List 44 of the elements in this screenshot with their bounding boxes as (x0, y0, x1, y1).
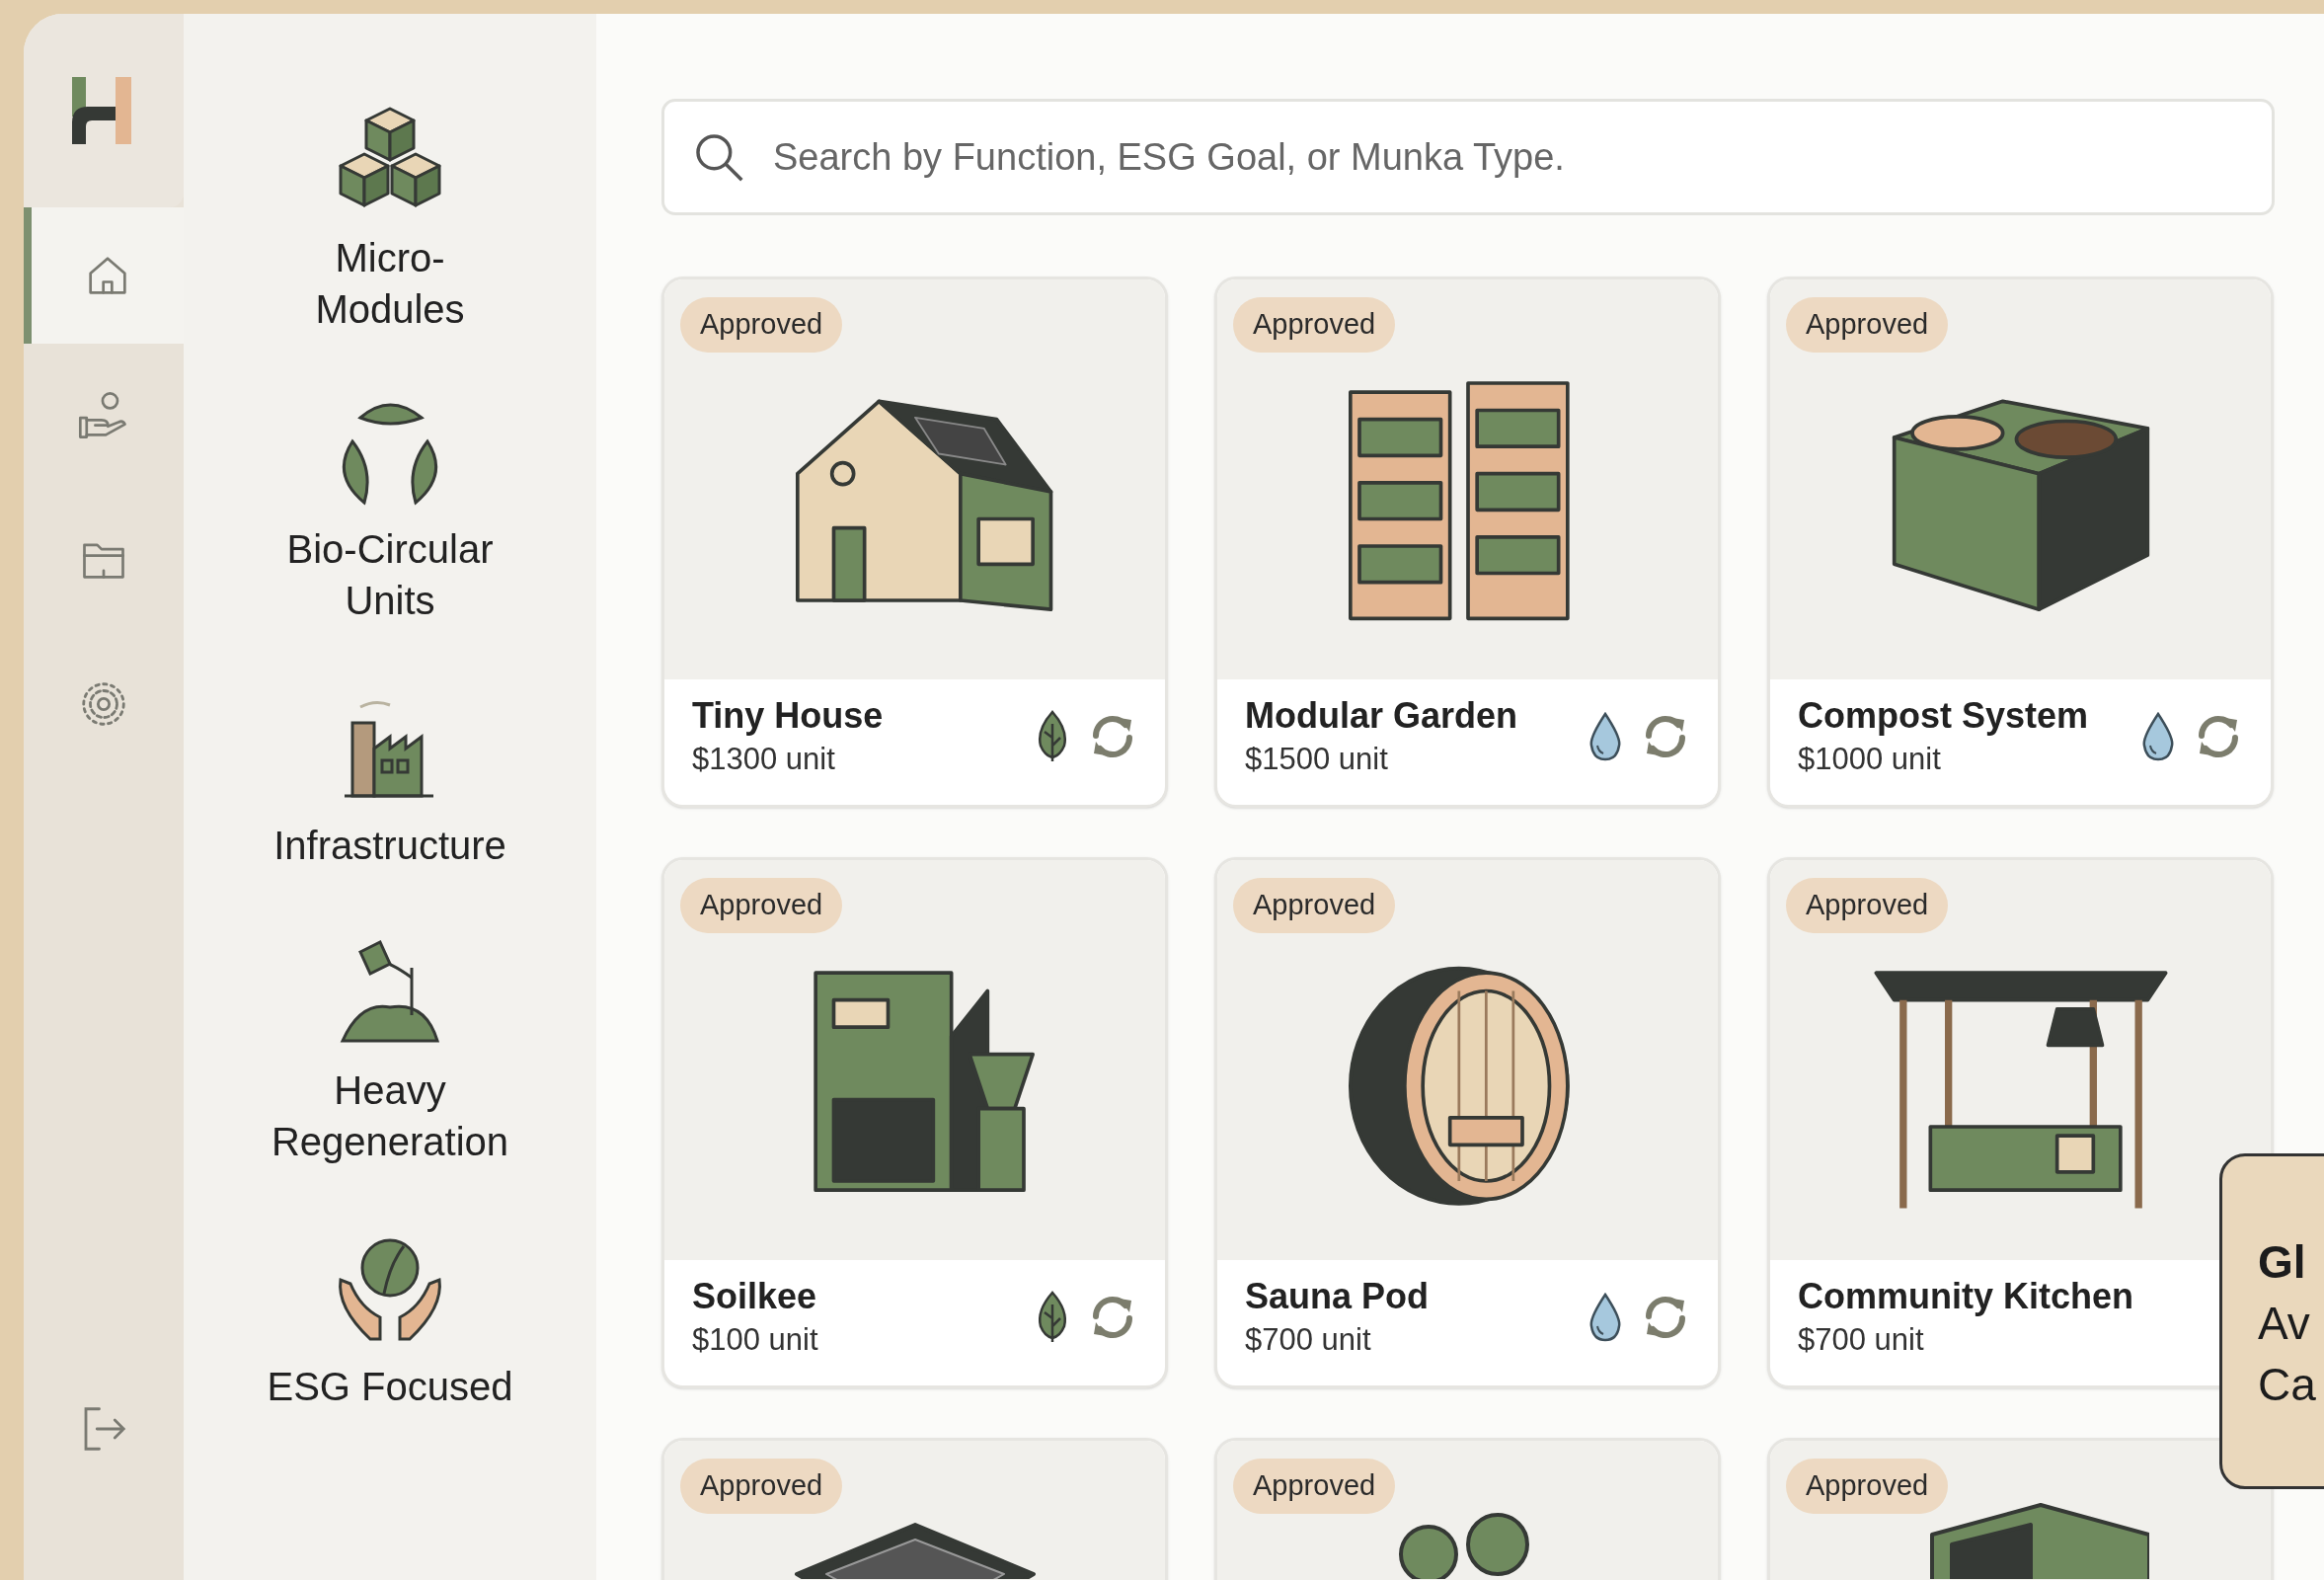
product-price: $700 unit (1798, 1321, 1925, 1359)
status-badge: Approved (1233, 297, 1396, 353)
category-label: Bio-Circular Units (285, 526, 495, 624)
status-badge: Approved (1233, 1459, 1396, 1514)
product-price: $1000 unit (1798, 741, 1942, 778)
product-name: Sauna Pod (1245, 1275, 1430, 1318)
category-label: ESG Focused (266, 1364, 514, 1410)
category-item[interactable]: ESG Focused (212, 1228, 568, 1412)
status-badge: Approved (680, 878, 843, 933)
category-item[interactable]: Bio-Circular Units (212, 396, 568, 626)
product-name: Modular Garden (1245, 694, 1518, 738)
status-badge: Approved (1233, 878, 1396, 933)
water-drop-icon (2140, 712, 2176, 761)
category-item[interactable]: Heavy Regeneration (212, 932, 568, 1167)
product-name: Community Kitchen (1798, 1275, 2133, 1318)
status-badge: Approved (680, 297, 843, 353)
logo-icon[interactable] (24, 14, 184, 207)
product-price: $1300 unit (692, 741, 836, 778)
product-card[interactable]: Approved (1214, 1438, 1721, 1580)
product-card[interactable]: Approved Tiny House $1300 unit (661, 276, 1168, 808)
product-card[interactable]: Approved Compost System $1000 unit (1767, 276, 2274, 808)
water-drop-icon (1588, 712, 1623, 761)
category-label: Heavy Regeneration (270, 1067, 510, 1165)
product-card[interactable]: Approved (1767, 1438, 2274, 1580)
product-card[interactable]: Approved (661, 1438, 1168, 1580)
category-label: Infrastructure (272, 823, 507, 869)
product-price: $100 unit (692, 1321, 818, 1359)
search-field[interactable]: Search by Function, ESG Goal, or Munka Type. (661, 99, 2275, 215)
category-item[interactable]: Infrastructure (212, 687, 568, 871)
product-price: $1500 unit (1245, 741, 1389, 778)
product-card[interactable]: Approved Modular Garden $1500 unit (1214, 276, 1721, 808)
status-badge: Approved (680, 1459, 843, 1514)
status-badge: Approved (1786, 878, 1949, 933)
product-name: Tiny House (692, 694, 884, 738)
product-name: Soilkee (692, 1275, 818, 1318)
status-badge: Approved (1786, 1459, 1949, 1514)
product-card[interactable]: Approved Soilkee $100 unit (661, 857, 1168, 1388)
product-price: $700 unit (1245, 1321, 1372, 1359)
product-card[interactable]: Approved Sauna Pod $700 unit (1214, 857, 1721, 1388)
category-label: Micro-Modules (314, 235, 466, 333)
status-badge: Approved (1786, 297, 1949, 353)
product-name: Compost System (1798, 694, 2089, 738)
category-item[interactable]: Micro-Modules (212, 105, 568, 335)
water-drop-icon (1588, 1293, 1623, 1342)
